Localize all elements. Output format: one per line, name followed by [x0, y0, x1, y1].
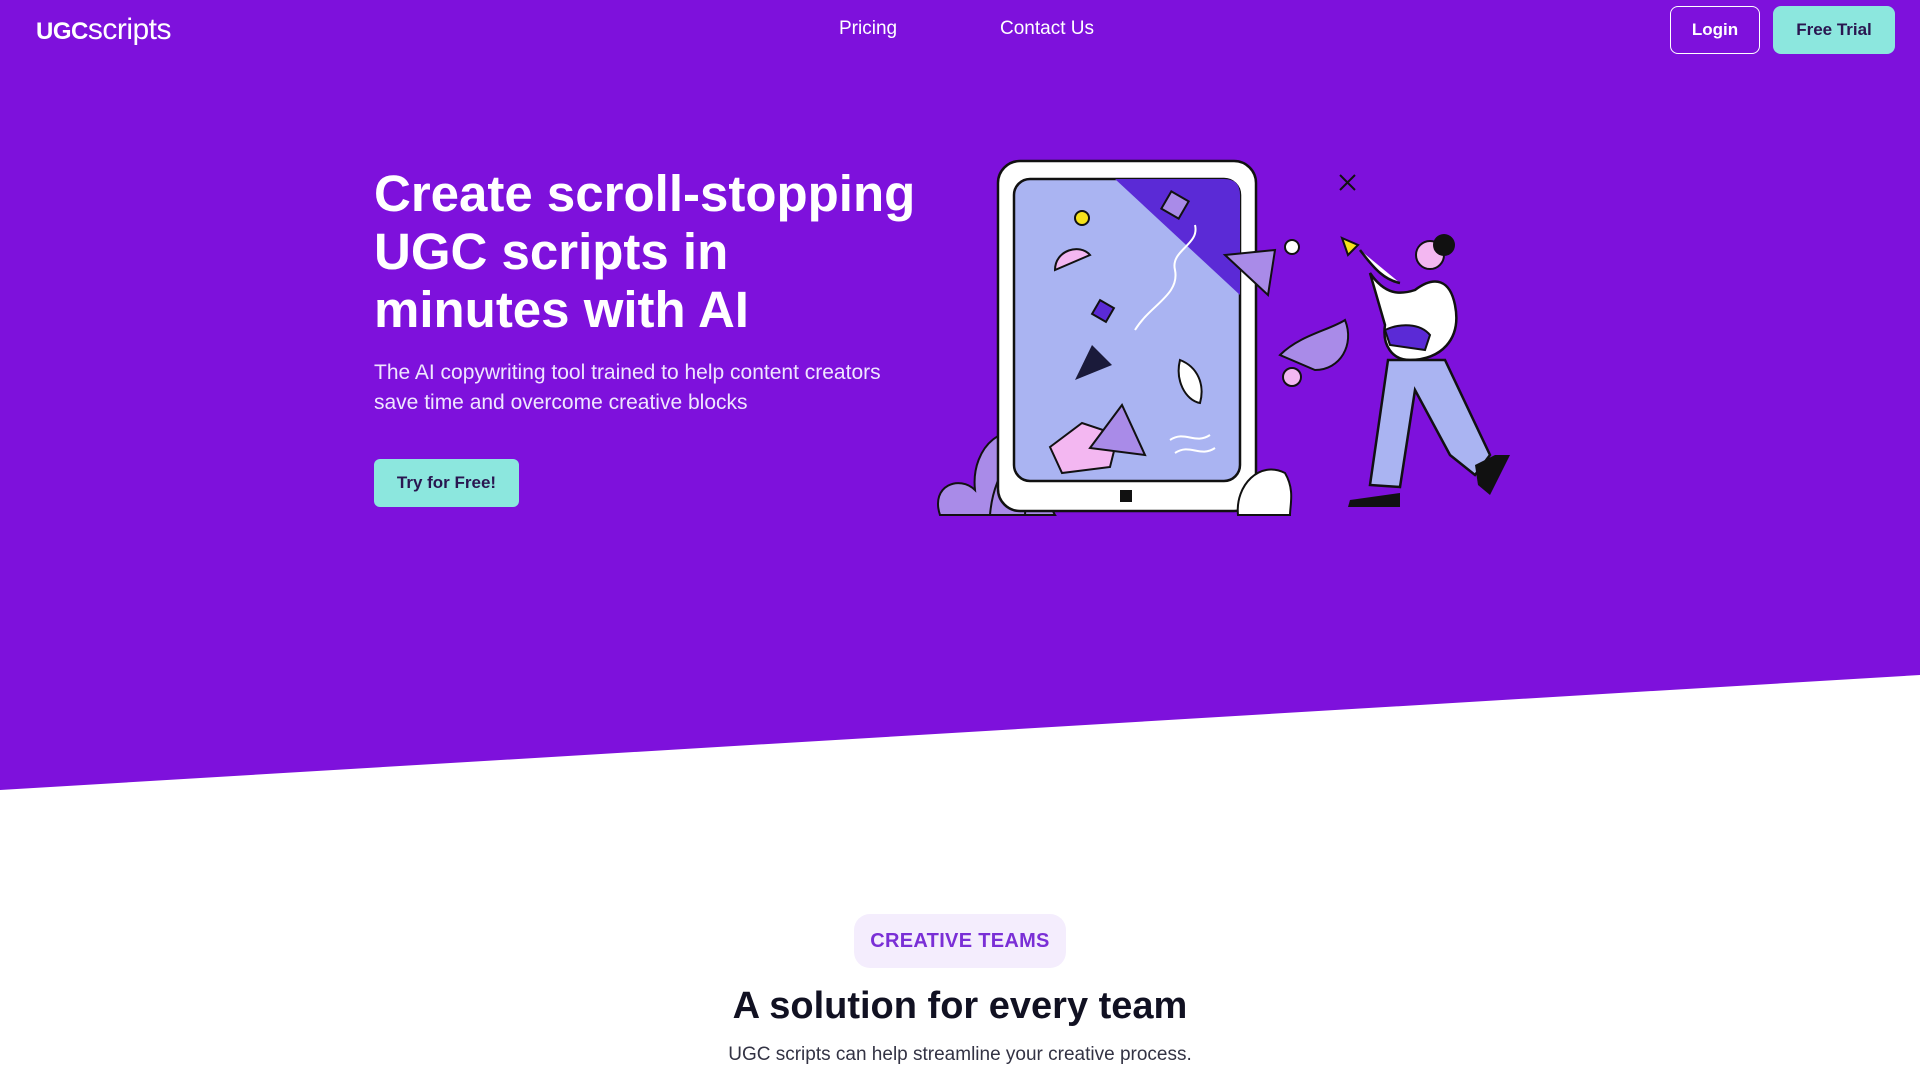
section-subtitle: UGC scripts can help streamline your cre…: [728, 1044, 1192, 1065]
hero-title: Create scroll-stopping UGC scripts in mi…: [374, 165, 916, 338]
nav-link-contact-us[interactable]: Contact Us: [1000, 18, 1094, 40]
logo-strong-text: UGC: [36, 18, 88, 45]
logo-light-text: scripts: [87, 13, 172, 46]
creative-teams-badge: CREATIVE TEAMS: [854, 914, 1066, 968]
section-title: A solution for every team: [732, 985, 1188, 1027]
hero-subtitle: The AI copywriting tool trained to help …: [374, 361, 881, 414]
logo[interactable]: UGCscripts: [36, 12, 172, 50]
try-for-free-button[interactable]: Try for Free!: [374, 459, 519, 507]
login-button[interactable]: Login: [1670, 6, 1760, 54]
nav-link-pricing[interactable]: Pricing: [839, 18, 897, 40]
tablet-creator-illustration: [937, 159, 1510, 516]
top-navigation: UGCscripts Pricing Contact Us Login Free…: [0, 0, 1920, 62]
free-trial-button[interactable]: Free Trial: [1773, 6, 1895, 54]
